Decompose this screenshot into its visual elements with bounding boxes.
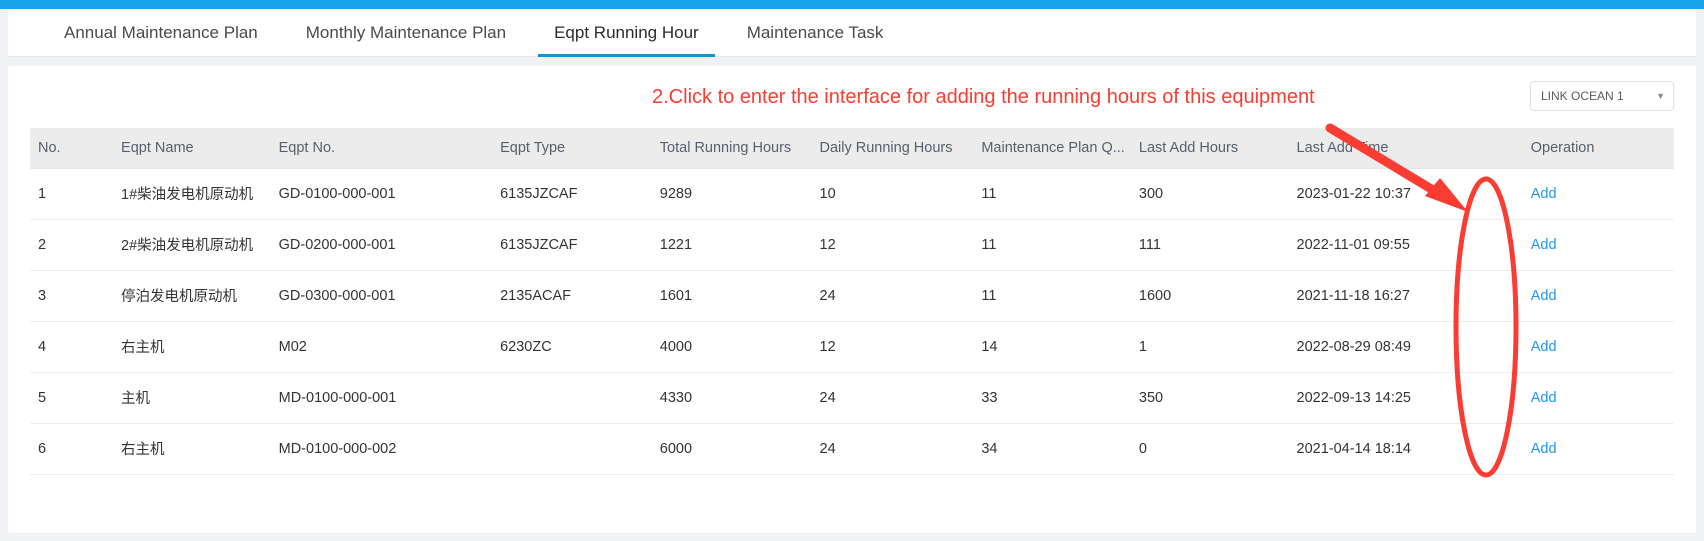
- cell-maintenance-plan-q[interactable]: 34: [973, 423, 1131, 475]
- add-button[interactable]: Add: [1531, 441, 1557, 457]
- cell-eqpt-name[interactable]: 1#柴油发电机原动机: [113, 168, 271, 220]
- cell-eqpt-name[interactable]: 右主机: [113, 423, 271, 475]
- cell-eqpt-type: 2135ACAF: [492, 270, 652, 322]
- cell-maintenance-plan-q[interactable]: 11: [973, 270, 1131, 322]
- cell-eqpt-no[interactable]: M02: [270, 321, 493, 373]
- vessel-select-value: LINK OCEAN 1: [1541, 89, 1624, 103]
- cell-last-add-time[interactable]: 2022-11-01 09:55: [1288, 219, 1523, 271]
- col-header-total-running-hours: Total Running Hours: [651, 128, 812, 169]
- app-root: Annual Maintenance Plan Monthly Maintena…: [0, 0, 1704, 541]
- col-header-no: No.: [30, 128, 114, 169]
- annotation-instruction-text: 2.Click to enter the interface for addin…: [652, 86, 1315, 108]
- cell-eqpt-no[interactable]: MD-0100-000-002: [270, 423, 493, 475]
- add-button[interactable]: Add: [1531, 390, 1557, 406]
- cell-total-running-hours: 6000: [651, 423, 812, 475]
- cell-last-add-hours[interactable]: 300: [1130, 168, 1289, 220]
- vessel-select[interactable]: LINK OCEAN 1 ▼: [1530, 81, 1674, 111]
- col-header-maintenance-plan-q: Maintenance Plan Q...: [973, 128, 1131, 169]
- cell-no: 2: [30, 219, 114, 271]
- table-row[interactable]: 1 1#柴油发电机原动机 GD-0100-000-001 6135JZCAF 9…: [30, 168, 1674, 220]
- cell-daily-running-hours: 24: [811, 372, 974, 424]
- add-button[interactable]: Add: [1531, 339, 1557, 355]
- tab-monthly-maintenance-plan[interactable]: Monthly Maintenance Plan: [282, 9, 530, 56]
- col-header-eqpt-name: Eqpt Name: [113, 128, 271, 169]
- table-header-row: No. Eqpt Name Eqpt No. Eqpt Type Total R…: [30, 128, 1674, 169]
- cell-eqpt-name[interactable]: 右主机: [113, 321, 271, 373]
- cell-eqpt-no[interactable]: GD-0200-000-001: [270, 219, 493, 271]
- cell-maintenance-plan-q[interactable]: 11: [973, 168, 1131, 220]
- cell-last-add-time[interactable]: 2022-08-29 08:49: [1288, 321, 1523, 373]
- tab-label: Monthly Maintenance Plan: [305, 22, 507, 42]
- cell-daily-running-hours: 24: [811, 423, 974, 475]
- cell-eqpt-name[interactable]: 主机: [113, 372, 271, 424]
- table-head: No. Eqpt Name Eqpt No. Eqpt Type Total R…: [30, 128, 1674, 169]
- tab-label: Eqpt Running Hour: [554, 22, 699, 42]
- cell-no: 1: [30, 168, 114, 220]
- cell-no: 3: [30, 270, 114, 322]
- col-header-eqpt-no: Eqpt No.: [270, 128, 493, 169]
- cell-eqpt-name[interactable]: 停泊发电机原动机: [113, 270, 271, 322]
- cell-eqpt-no[interactable]: MD-0100-000-001: [270, 372, 493, 424]
- table-row[interactable]: 4 右主机 M02 6230ZC 4000 12 14 1 2022-08-29…: [30, 321, 1674, 373]
- col-header-last-add-time: Last Add Time: [1288, 128, 1523, 169]
- cell-total-running-hours: 9289: [651, 168, 812, 220]
- tab-maintenance-task[interactable]: Maintenance Task: [723, 9, 908, 56]
- cell-eqpt-name[interactable]: 2#柴油发电机原动机: [113, 219, 271, 271]
- chevron-down-icon: ▼: [1656, 90, 1665, 101]
- cell-eqpt-type: 6230ZC: [492, 321, 652, 373]
- cell-total-running-hours: 4000: [651, 321, 812, 373]
- cell-no: 4: [30, 321, 114, 373]
- cell-daily-running-hours: 10: [811, 168, 974, 220]
- cell-daily-running-hours: 12: [811, 219, 974, 271]
- col-header-last-add-hours: Last Add Hours: [1130, 128, 1289, 169]
- add-button[interactable]: Add: [1531, 237, 1557, 253]
- cell-last-add-time[interactable]: 2021-11-18 16:27: [1288, 270, 1523, 322]
- add-button[interactable]: Add: [1531, 186, 1557, 202]
- table-body: 1 1#柴油发电机原动机 GD-0100-000-001 6135JZCAF 9…: [30, 168, 1674, 475]
- cell-maintenance-plan-q[interactable]: 11: [973, 219, 1131, 271]
- table-row[interactable]: 6 右主机 MD-0100-000-002 6000 24 34 0 2021-…: [30, 423, 1674, 475]
- cell-last-add-hours[interactable]: 111: [1130, 219, 1289, 271]
- vertical-scrollbar-track[interactable]: [1696, 9, 1704, 541]
- col-header-operation: Operation: [1522, 128, 1674, 169]
- cell-last-add-hours[interactable]: 350: [1130, 372, 1289, 424]
- cell-total-running-hours: 1221: [651, 219, 812, 271]
- cell-eqpt-type: 6135JZCAF: [492, 168, 652, 220]
- cell-total-running-hours: 1601: [651, 270, 812, 322]
- tab-bar: Annual Maintenance Plan Monthly Maintena…: [8, 9, 1696, 57]
- table-row[interactable]: 2 2#柴油发电机原动机 GD-0200-000-001 6135JZCAF 1…: [30, 219, 1674, 271]
- cell-eqpt-no[interactable]: GD-0300-000-001: [270, 270, 493, 322]
- cell-last-add-time[interactable]: 2022-09-13 14:25: [1288, 372, 1523, 424]
- cell-no: 5: [30, 372, 114, 424]
- cell-last-add-hours[interactable]: 1: [1130, 321, 1289, 373]
- col-header-eqpt-type: Eqpt Type: [492, 128, 652, 169]
- cell-last-add-time[interactable]: 2021-04-14 18:14: [1288, 423, 1523, 475]
- content-card: 2.Click to enter the interface for addin…: [8, 66, 1696, 533]
- cell-eqpt-type: [492, 423, 652, 475]
- eqpt-running-hour-table-wrap: No. Eqpt Name Eqpt No. Eqpt Type Total R…: [30, 128, 1674, 475]
- cell-daily-running-hours: 24: [811, 270, 974, 322]
- cell-eqpt-type: 6135JZCAF: [492, 219, 652, 271]
- add-button[interactable]: Add: [1531, 288, 1557, 304]
- top-accent-bar: [0, 0, 1704, 9]
- toolbar-row: 2.Click to enter the interface for addin…: [8, 66, 1696, 128]
- col-header-daily-running-hours: Daily Running Hours: [811, 128, 974, 169]
- cell-no: 6: [30, 423, 114, 475]
- tab-eqpt-running-hour[interactable]: Eqpt Running Hour: [530, 9, 723, 57]
- eqpt-running-hour-table: No. Eqpt Name Eqpt No. Eqpt Type Total R…: [30, 128, 1674, 475]
- cell-total-running-hours: 4330: [651, 372, 812, 424]
- cell-eqpt-type: [492, 372, 652, 424]
- cell-eqpt-no[interactable]: GD-0100-000-001: [270, 168, 493, 220]
- cell-last-add-hours[interactable]: 1600: [1130, 270, 1289, 322]
- table-row[interactable]: 3 停泊发电机原动机 GD-0300-000-001 2135ACAF 1601…: [30, 270, 1674, 322]
- cell-maintenance-plan-q[interactable]: 33: [973, 372, 1131, 424]
- tab-annual-maintenance-plan[interactable]: Annual Maintenance Plan: [40, 9, 282, 56]
- tab-label: Maintenance Task: [746, 22, 884, 42]
- cell-maintenance-plan-q[interactable]: 14: [973, 321, 1131, 373]
- cell-daily-running-hours: 12: [811, 321, 974, 373]
- tab-label: Annual Maintenance Plan: [64, 22, 258, 42]
- cell-last-add-hours[interactable]: 0: [1130, 423, 1289, 475]
- cell-last-add-time[interactable]: 2023-01-22 10:37: [1288, 168, 1523, 220]
- table-row[interactable]: 5 主机 MD-0100-000-001 4330 24 33 350 2022…: [30, 372, 1674, 424]
